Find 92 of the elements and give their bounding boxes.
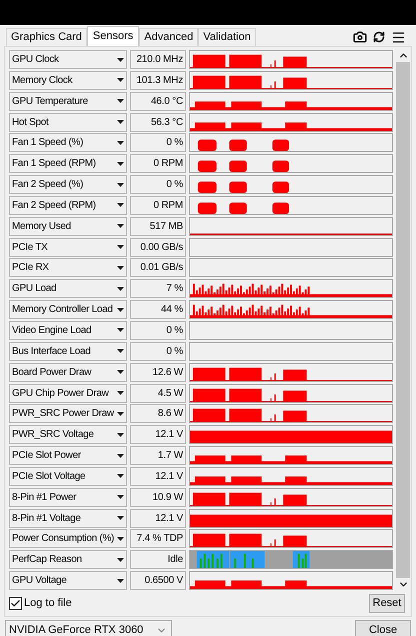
tab[interactable]: Advanced <box>139 28 198 46</box>
sensor-value: 56.3 °C <box>130 112 186 132</box>
sensor-value: 0 % <box>130 175 186 194</box>
caret-icon <box>117 99 124 104</box>
caret-icon <box>117 245 124 250</box>
sensor-dropdown[interactable]: 8-Pin #1 Power <box>9 488 127 507</box>
sensor-dropdown[interactable]: Hot Spot <box>9 112 127 132</box>
sensor-dropdown[interactable]: GPU Temperature <box>9 92 127 111</box>
sensor-dropdown[interactable]: Bus Interface Load <box>9 342 127 361</box>
sensor-dropdown[interactable]: Memory Used <box>9 216 127 236</box>
caret-icon <box>117 454 124 458</box>
tab[interactable]: Graphics Card <box>6 28 87 46</box>
caret-icon <box>117 162 124 166</box>
sensor-value: 210.0 MHz <box>130 50 186 69</box>
sensor-value: 0 % <box>130 342 186 361</box>
sensor-value: 10.9 W <box>130 488 186 507</box>
sensor-value: 0.01 GB/s <box>130 258 186 278</box>
sensor-dropdown[interactable]: GPU Chip Power Draw <box>9 384 127 402</box>
caret-icon <box>117 286 124 291</box>
caret-icon <box>117 266 124 270</box>
caret-icon <box>117 349 124 354</box>
caret-icon <box>117 328 124 332</box>
sensor-dropdown[interactable]: Memory Controller Load <box>9 300 127 320</box>
sensor-value: 1.7 W <box>130 446 186 466</box>
caret-icon <box>117 140 124 145</box>
refresh-icon[interactable] <box>373 31 385 43</box>
sensor-value: 12.6 W <box>130 362 186 382</box>
close-button[interactable]: Close <box>355 620 411 636</box>
caret-icon <box>117 224 124 228</box>
caret-icon <box>117 412 124 416</box>
caret-icon <box>117 536 124 541</box>
sensor-value: 46.0 °C <box>130 92 186 111</box>
caret-icon <box>117 432 124 437</box>
caret-icon <box>117 558 124 562</box>
sensor-value: 7.4 % TDP <box>130 529 186 548</box>
caret-icon <box>117 78 124 82</box>
sensor-dropdown[interactable]: Fan 1 Speed (RPM) <box>9 154 127 174</box>
caret-icon <box>117 308 124 312</box>
sensor-value: Idle <box>130 550 186 570</box>
caret-icon <box>117 203 124 208</box>
sensor-value: 0 RPM <box>130 154 186 174</box>
sensor-dropdown[interactable]: Fan 2 Speed (%) <box>9 175 127 194</box>
sensor-value: 4.5 W <box>130 384 186 402</box>
sensor-dropdown[interactable]: Fan 2 Speed (RPM) <box>9 196 127 215</box>
sensor-dropdown[interactable]: PCIe RX <box>9 258 127 278</box>
sensor-dropdown[interactable]: 8-Pin #1 Voltage <box>9 508 127 528</box>
sensor-dropdown[interactable]: Power Consumption (%) <box>9 529 127 548</box>
sensor-value: 12.1 V <box>130 425 186 444</box>
caret-icon <box>117 474 124 478</box>
checkbox[interactable] <box>9 597 22 610</box>
sensor-dropdown[interactable]: GPU Voltage <box>9 571 127 590</box>
check-icon <box>10 598 21 610</box>
caret-icon <box>117 182 124 187</box>
checkbox-label: Log to file <box>24 596 72 612</box>
sensor-dropdown[interactable]: Fan 1 Speed (%) <box>9 133 127 152</box>
sensor-value: 0 % <box>130 320 186 340</box>
menu-icon[interactable] <box>391 30 406 44</box>
sensor-dropdown[interactable]: Video Engine Load <box>9 320 127 340</box>
sensor-value: 7 % <box>130 279 186 298</box>
sensor-dropdown[interactable]: GPU Load <box>9 279 127 298</box>
sensor-dropdown[interactable]: PCIe TX <box>9 238 127 257</box>
caret-icon <box>117 578 124 583</box>
tab[interactable]: Validation <box>198 28 256 46</box>
sensor-value: 0.6500 V <box>130 571 186 590</box>
sensor-dropdown[interactable]: GPU Clock <box>9 50 127 69</box>
sensor-value: 517 MB <box>130 216 186 236</box>
sensor-dropdown[interactable]: Board Power Draw <box>9 362 127 382</box>
sensor-dropdown[interactable]: PCIe Slot Voltage <box>9 466 127 486</box>
scrollbar-thumb[interactable] <box>396 62 410 578</box>
camera-icon[interactable] <box>353 30 367 44</box>
sensor-dropdown[interactable]: PCIe Slot Power <box>9 446 127 466</box>
caret-icon <box>117 370 124 374</box>
sensor-value: 0 % <box>130 133 186 152</box>
tab[interactable]: Sensors <box>86 26 140 46</box>
caret-icon <box>117 58 124 62</box>
caret-icon <box>117 516 124 520</box>
caret-icon <box>117 120 124 124</box>
caret-icon <box>117 495 124 500</box>
sensor-dropdown[interactable]: PWR_SRC Power Draw <box>9 404 127 424</box>
caret-icon <box>117 391 124 395</box>
sensor-value: 101.3 MHz <box>130 70 186 90</box>
sensor-value: 44 % <box>130 300 186 320</box>
sensor-dropdown[interactable]: Memory Clock <box>9 70 127 90</box>
sensor-dropdown[interactable]: PerfCap Reason <box>9 550 127 570</box>
reset-button[interactable]: Reset <box>369 594 405 614</box>
sensor-dropdown[interactable]: PWR_SRC Voltage <box>9 425 127 444</box>
sensor-value: 8.6 W <box>130 404 186 424</box>
sensor-value: 12.1 V <box>130 508 186 528</box>
sensor-value: 0 RPM <box>130 196 186 215</box>
sensor-value: 0.00 GB/s <box>130 238 186 257</box>
gpu-select[interactable]: NVIDIA GeForce RTX 3060 <box>5 620 172 636</box>
sensor-value: 12.1 V <box>130 466 186 486</box>
